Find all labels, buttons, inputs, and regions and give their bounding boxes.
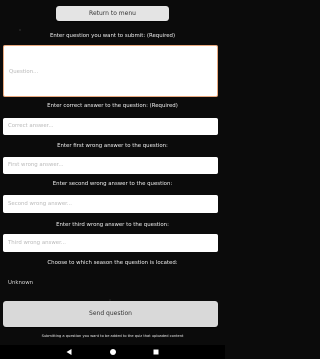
question-input[interactable]: Question...: [3, 45, 218, 97]
first-wrong-answer-label: Enter first wrong answer to the question…: [57, 143, 168, 149]
send-question-button[interactable]: Send question: [3, 301, 218, 327]
correct-answer-input[interactable]: Correct answer...: [3, 118, 218, 135]
third-wrong-answer-label: Enter third wrong answer to the question…: [56, 222, 169, 228]
return-to-menu-label: Return to menu: [89, 10, 136, 17]
season-label: Choose to which season the question is l…: [47, 260, 178, 266]
second-wrong-answer-input[interactable]: Second wrong answer...: [3, 195, 218, 213]
home-icon[interactable]: [109, 348, 117, 356]
first-wrong-answer-input[interactable]: First wrong answer...: [3, 157, 218, 174]
third-wrong-answer-placeholder: Third wrong answer...: [8, 240, 66, 246]
return-to-menu-button[interactable]: Return to menu: [56, 6, 169, 21]
system-navbar: [0, 345, 225, 359]
season-selected-value: Unknown: [8, 280, 34, 286]
recents-icon[interactable]: [152, 348, 160, 356]
question-placeholder: Question...: [9, 69, 39, 75]
second-wrong-answer-label: Enter second wrong answer to the questio…: [52, 181, 173, 187]
correct-answer-label: Enter correct answer to the question: (R…: [47, 103, 178, 109]
send-question-label: Send question: [89, 310, 132, 317]
question-label: Enter question you want to submit: (Requ…: [49, 33, 176, 39]
third-wrong-answer-input[interactable]: Third wrong answer...: [3, 234, 218, 252]
season-select[interactable]: Unknown: [8, 278, 128, 288]
submission-note: Submitting a question you want to be add…: [41, 334, 184, 338]
correct-answer-placeholder: Correct answer...: [8, 123, 54, 129]
first-wrong-answer-placeholder: First wrong answer...: [8, 162, 64, 168]
back-icon[interactable]: [65, 348, 73, 356]
second-wrong-answer-placeholder: Second wrong answer...: [8, 201, 73, 207]
